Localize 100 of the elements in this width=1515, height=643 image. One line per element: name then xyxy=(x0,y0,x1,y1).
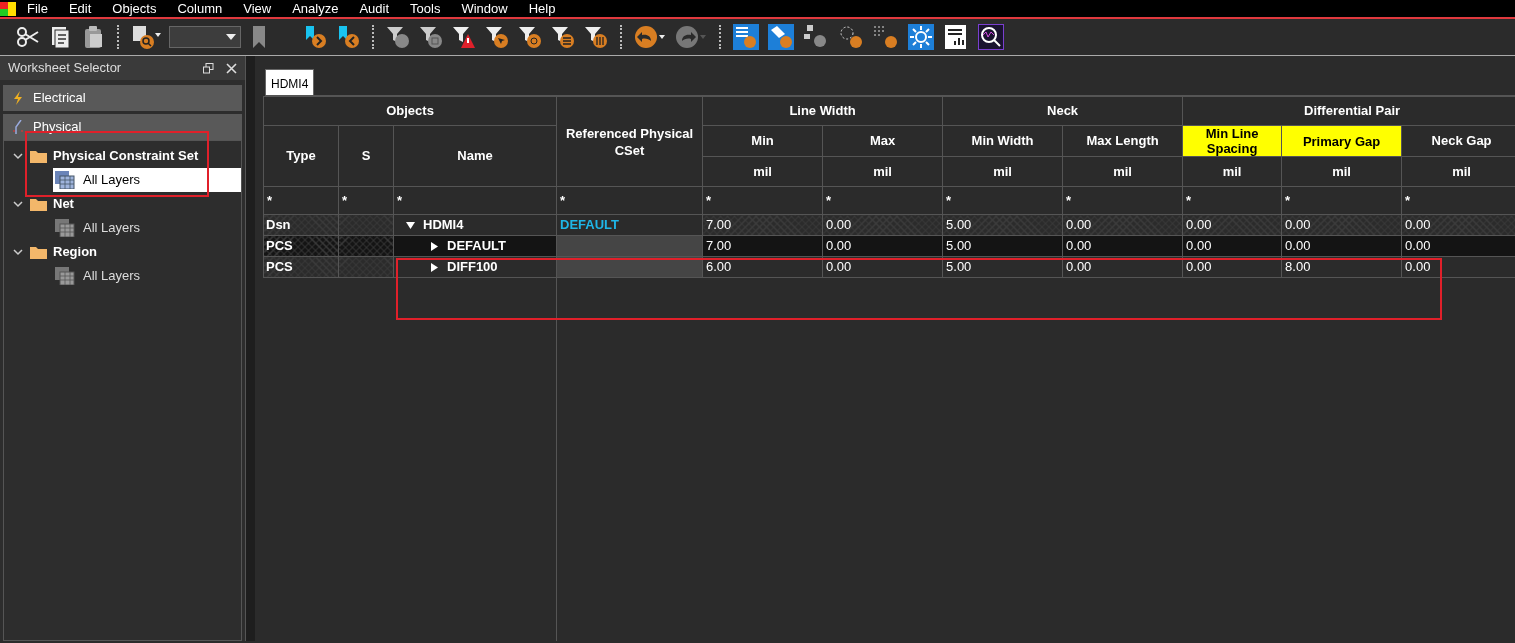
tree-item[interactable]: All Layers xyxy=(53,264,241,288)
table-cell: PCS xyxy=(263,256,339,278)
filter-cell[interactable]: * xyxy=(263,186,339,215)
filter-cell[interactable]: * xyxy=(1281,186,1402,215)
tree-item[interactable]: Net xyxy=(4,192,241,216)
scissors-icon[interactable] xyxy=(15,25,39,49)
collapsed-triangle-icon[interactable] xyxy=(430,262,439,272)
table-cell: 6.00 xyxy=(702,256,823,278)
undo-icon[interactable] xyxy=(634,25,666,49)
table-cell: 7.00 xyxy=(702,214,823,236)
menu-item[interactable]: View xyxy=(243,2,272,15)
menu-item[interactable]: Objects xyxy=(112,2,157,15)
filter-cell[interactable]: * xyxy=(393,186,557,215)
redo-icon[interactable] xyxy=(675,25,707,49)
table-cell: 5.00 xyxy=(942,235,1063,257)
table-cell: 0.00 xyxy=(822,256,943,278)
table-row[interactable]: PCS DEFAULT 7.00 0.00 5.00 0.00 0.00 0.00 0.00 xyxy=(263,235,1515,257)
tree-item[interactable]: All Layers xyxy=(53,168,241,192)
report-icon[interactable] xyxy=(943,24,969,50)
folder-icon xyxy=(30,197,47,211)
table-cell: 0.00 xyxy=(1401,214,1515,236)
filter-cell[interactable]: * xyxy=(942,186,1063,215)
column-header[interactable]: S xyxy=(338,125,394,187)
restore-icon[interactable] xyxy=(203,62,214,74)
filter-list-icon[interactable] xyxy=(551,25,575,49)
column-header[interactable]: Neck xyxy=(942,96,1183,126)
bookmark-previous-icon[interactable] xyxy=(336,25,360,49)
column-header[interactable]: mil xyxy=(1281,156,1402,187)
table-cell: Dsn xyxy=(263,214,339,236)
column-header[interactable]: Objects xyxy=(263,96,557,126)
close-icon[interactable] xyxy=(226,62,237,74)
table-cell: 0.00 xyxy=(1182,256,1282,278)
filter-columns-icon[interactable] xyxy=(584,25,608,49)
column-header[interactable]: Referenced Physical CSet xyxy=(556,96,703,187)
bookmark-next-icon[interactable] xyxy=(303,25,327,49)
column-header[interactable]: Min xyxy=(702,125,823,157)
grid-dots-icon[interactable] xyxy=(873,24,899,50)
waveform-search-icon[interactable] xyxy=(978,24,1004,50)
filter-cell[interactable]: * xyxy=(1062,186,1183,215)
table-cell: 0.00 xyxy=(1182,214,1282,236)
column-header[interactable]: mil xyxy=(822,156,943,187)
menu-item[interactable]: Analyze xyxy=(292,2,339,15)
sun-icon[interactable] xyxy=(908,24,934,50)
filter-cell[interactable]: * xyxy=(338,186,394,215)
menu-item[interactable]: Audit xyxy=(359,2,390,15)
chevron-down-icon[interactable] xyxy=(12,246,24,258)
filter-cell[interactable]: * xyxy=(702,186,823,215)
dropdown-field[interactable] xyxy=(169,26,241,48)
column-header[interactable]: mil xyxy=(1062,156,1183,187)
filter-cell[interactable]: * xyxy=(1182,186,1282,215)
filter-cell[interactable]: * xyxy=(556,186,703,215)
column-header[interactable]: Min Width xyxy=(942,125,1063,157)
table-cell: DEFAULT xyxy=(393,235,557,257)
table-cell: PCS xyxy=(263,235,339,257)
selection-icon[interactable] xyxy=(838,24,864,50)
tag-icon[interactable] xyxy=(768,24,794,50)
chevron-down-icon[interactable] xyxy=(12,198,24,210)
tab[interactable]: HDMI4 xyxy=(265,69,315,95)
table-cell: 0.00 xyxy=(1062,214,1183,236)
column-header[interactable]: Differential Pair xyxy=(1182,96,1515,126)
tree-item[interactable]: Region xyxy=(4,240,241,264)
layers-icon xyxy=(55,219,75,237)
list-icon[interactable] xyxy=(733,24,759,50)
lightning-icon xyxy=(13,91,23,105)
document-search-icon[interactable] xyxy=(131,25,163,49)
app-icon xyxy=(0,2,16,16)
expanded-triangle-icon[interactable] xyxy=(406,220,415,230)
menu-item[interactable]: Tools xyxy=(410,2,441,15)
column-header[interactable]: Max xyxy=(822,125,943,157)
filter-pointer-icon[interactable] xyxy=(485,25,509,49)
table-cell: 0.00 xyxy=(822,214,943,236)
menu-item[interactable]: Column xyxy=(177,2,223,15)
table-cell: 0.00 xyxy=(1281,235,1402,257)
column-header[interactable]: mil xyxy=(942,156,1063,187)
menu-item[interactable]: File xyxy=(27,2,48,15)
column-header[interactable]: Line Width xyxy=(702,96,943,126)
collapsed-triangle-icon[interactable] xyxy=(430,241,439,251)
section-button[interactable]: Electrical xyxy=(3,85,242,111)
filter-undo-icon[interactable] xyxy=(386,25,410,49)
column-header[interactable]: Type xyxy=(263,125,339,187)
section-button[interactable]: Physical xyxy=(3,114,242,140)
column-header[interactable]: Min Line Spacing xyxy=(1182,125,1282,157)
tree-item[interactable]: All Layers xyxy=(53,216,241,240)
filter-gear-icon[interactable] xyxy=(518,25,542,49)
column-header[interactable]: mil xyxy=(702,156,823,187)
hierarchy-icon[interactable] xyxy=(803,24,829,50)
tree-item[interactable]: Physical Constraint Set xyxy=(4,144,241,168)
column-header[interactable]: Primary Gap xyxy=(1281,125,1402,157)
filter-icon[interactable] xyxy=(419,25,443,49)
table-cell: 0.00 xyxy=(1281,214,1402,236)
splitter-handle[interactable] xyxy=(245,56,255,641)
menu-item[interactable]: Window xyxy=(461,2,508,15)
chevron-down-icon[interactable] xyxy=(12,150,24,162)
filter-cell[interactable]: * xyxy=(822,186,943,215)
table-row[interactable]: Dsn HDMI4 DEFAULT 7.00 0.00 5.00 0.00 0.00 0.00 0.00 xyxy=(263,214,1515,236)
menu-item[interactable]: Help xyxy=(528,2,556,15)
menu-item[interactable]: Edit xyxy=(68,2,92,15)
column-header[interactable]: Max Length xyxy=(1062,125,1183,157)
filter-warning-icon[interactable] xyxy=(452,25,476,49)
column-header[interactable]: mil xyxy=(1182,156,1282,187)
